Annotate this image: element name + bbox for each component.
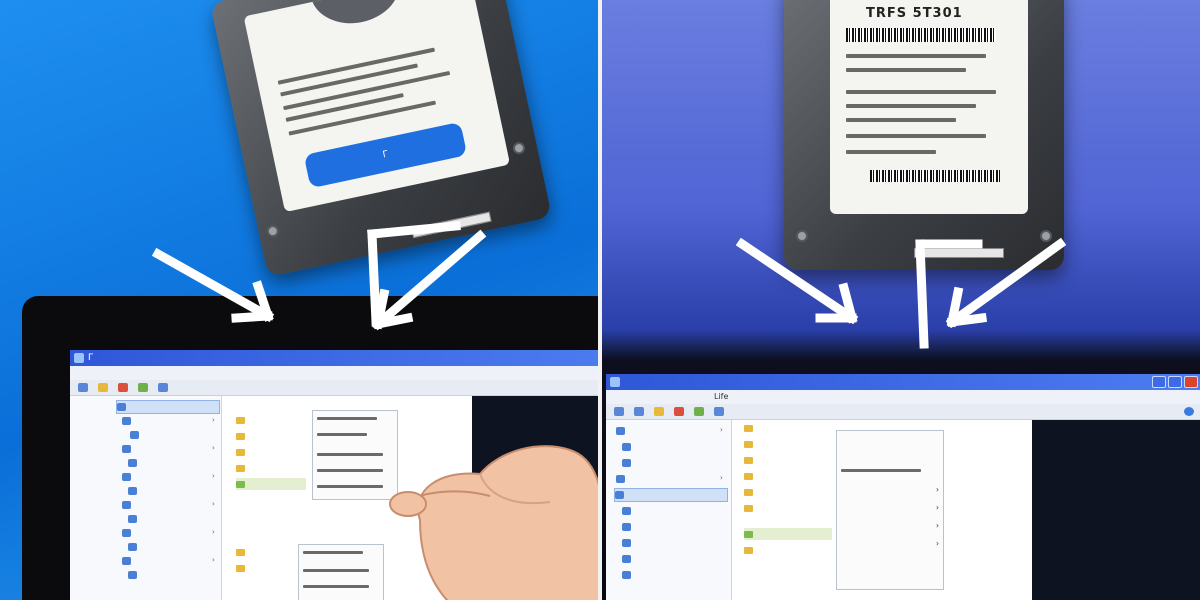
arrow-line [367,229,381,327]
arrow-line [735,237,859,325]
arrows-left [151,221,487,331]
right-photo-panel: TRFS 5T301 Life › › › › › › [602,0,1200,600]
arrow-line [367,221,461,239]
left-photo-panel: Γ Γ › › › › › › [0,0,598,600]
arrow-line [371,229,487,331]
arrow-line [151,247,275,323]
arrow-line [945,237,1067,329]
arrows-right [735,237,1067,349]
arrow-line [915,239,929,349]
